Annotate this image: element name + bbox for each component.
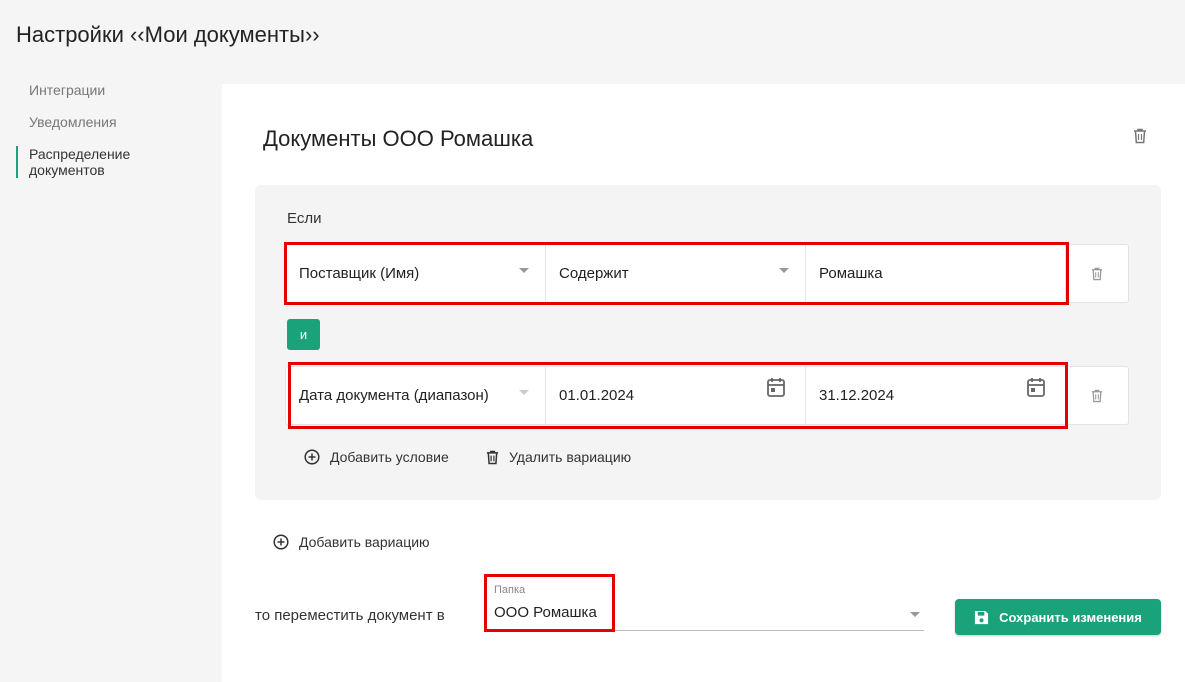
condition-field-select[interactable]: Дата документа (диапазон): [286, 367, 546, 424]
delete-variation-label: Удалить вариацию: [509, 449, 632, 465]
delete-rule-trash-icon[interactable]: [1133, 128, 1149, 146]
condition-row: Поставщик (Имя) Содержит Ромашка: [285, 244, 1129, 303]
delete-condition-trash-icon[interactable]: [1066, 245, 1128, 302]
chevron-down-icon: [519, 267, 529, 273]
condition-field-value: Поставщик (Имя): [299, 265, 420, 282]
folder-select[interactable]: Папка ООО Ромашка: [492, 576, 924, 631]
plus-circle-icon: [273, 534, 289, 550]
condition-value-input[interactable]: Ромашка: [806, 245, 1066, 302]
chevron-down-icon: [779, 267, 789, 273]
trash-icon: [486, 450, 499, 464]
move-document-label: то переместить документ в: [255, 607, 445, 624]
condition-field-select[interactable]: Поставщик (Имя): [286, 245, 546, 302]
floppy-disk-icon: [975, 610, 989, 624]
date-to-input[interactable]: 31.12.2024: [806, 367, 1066, 424]
sidebar: Интеграции Уведомления Распределение док…: [16, 82, 206, 194]
page-title: Настройки ‹‹Мои документы››: [16, 22, 320, 47]
if-label: Если: [287, 210, 322, 227]
and-button[interactable]: и: [287, 319, 320, 350]
folder-value: ООО Ромашка: [494, 604, 597, 621]
condition-row: Дата документа (диапазон) 01.01.2024 31.…: [285, 366, 1129, 425]
sidebar-item-notifications[interactable]: Уведомления: [16, 114, 206, 130]
condition-operator-value: Содержит: [559, 265, 629, 282]
save-changes-button[interactable]: Сохранить изменения: [955, 599, 1161, 635]
chevron-down-icon: [519, 389, 529, 395]
chevron-down-icon: [910, 612, 920, 617]
condition-value-text: Ромашка: [819, 265, 883, 282]
add-condition-label: Добавить условие: [330, 449, 449, 465]
delete-condition-trash-icon[interactable]: [1066, 367, 1128, 424]
folder-field-label: Папка: [494, 584, 526, 596]
date-from-input[interactable]: 01.01.2024: [546, 367, 806, 424]
rule-card: Документы ООО Ромашка Если Поставщик (Им…: [222, 84, 1185, 682]
variation-box: Если Поставщик (Имя) Содержит Ромашка и …: [255, 185, 1161, 500]
condition-field-value: Дата документа (диапазон): [299, 387, 489, 404]
add-variation-label: Добавить вариацию: [299, 534, 430, 550]
save-changes-label: Сохранить изменения: [999, 609, 1142, 625]
delete-variation-button[interactable]: Удалить вариацию: [486, 449, 631, 465]
date-from-value: 01.01.2024: [559, 387, 635, 404]
rule-title: Документы ООО Ромашка: [263, 126, 534, 151]
add-variation-button[interactable]: Добавить вариацию: [273, 534, 430, 550]
sidebar-item-document-distribution[interactable]: Распределение документов: [16, 146, 136, 178]
add-condition-button[interactable]: Добавить условие: [304, 449, 449, 465]
condition-operator-select[interactable]: Содержит: [546, 245, 806, 302]
sidebar-item-integrations[interactable]: Интеграции: [16, 82, 206, 98]
date-to-value: 31.12.2024: [819, 387, 895, 404]
calendar-icon[interactable]: [1027, 377, 1045, 397]
plus-circle-icon: [304, 449, 320, 465]
calendar-icon[interactable]: [767, 377, 785, 397]
